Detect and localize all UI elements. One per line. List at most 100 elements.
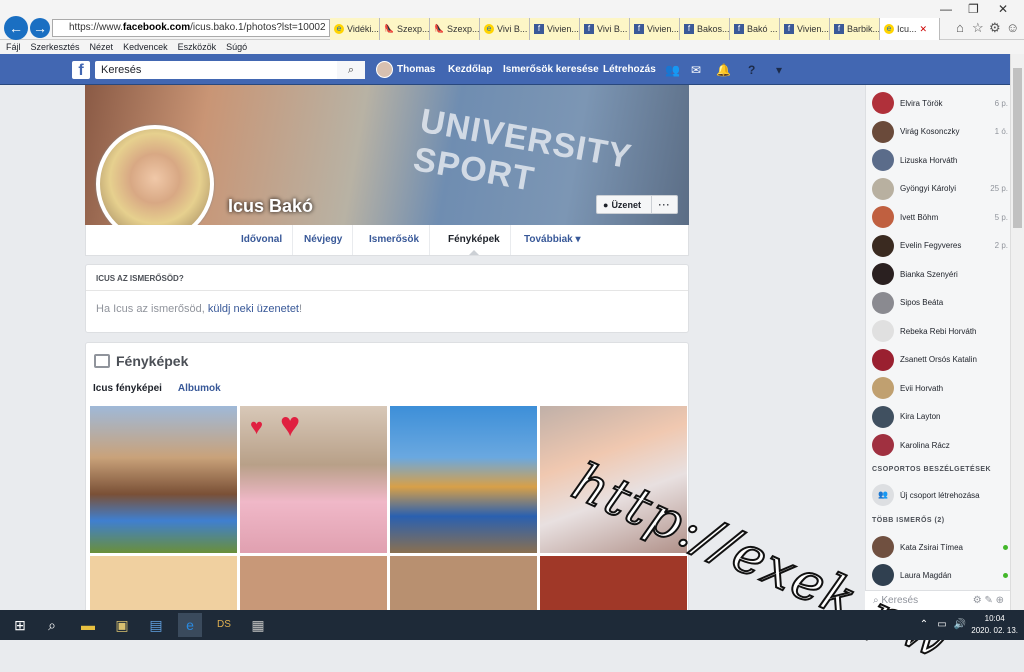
new-group-label: Új csoport létrehozása — [900, 490, 980, 500]
more-options-button[interactable]: ··· — [652, 200, 677, 210]
clock-time: 10:04 — [984, 614, 1005, 623]
profile-name[interactable]: Icus Bakó — [228, 196, 313, 217]
tab-albums[interactable]: Albumok — [178, 383, 221, 394]
account-menu-chevron-icon[interactable]: ▾ — [776, 63, 782, 77]
menu-item[interactable]: Nézet — [90, 40, 114, 54]
windows-start-icon[interactable]: ⊞ — [8, 613, 32, 637]
user-name-link[interactable]: Thomas — [397, 54, 435, 85]
tab-photos[interactable]: Fényképek — [438, 225, 511, 255]
photo-thumbnail[interactable]: ♥ ♥ — [240, 406, 387, 553]
menu-item[interactable]: Eszközök — [178, 40, 217, 54]
shoe-favicon-icon: 👠 — [384, 24, 394, 33]
browser-tab[interactable]: e Vidéki... — [330, 18, 380, 40]
chat-contact[interactable]: Elvira Török 6 p. — [872, 91, 1008, 115]
browser-tab-label: Bakos... — [697, 24, 730, 34]
restore-icon[interactable]: ❐ — [968, 2, 979, 16]
nav-home-link[interactable]: Kezdőlap — [448, 54, 492, 85]
nav-find-friends-link[interactable]: Ismerősök keresése — [503, 54, 599, 85]
browser-tab[interactable]: e Vivi B... — [480, 18, 530, 40]
message-button[interactable]: ● Üzenet ··· — [596, 195, 678, 214]
tab-friends[interactable]: Ismerősök — [359, 225, 431, 255]
app-icon[interactable]: ▤ — [144, 613, 168, 637]
tab-timeline[interactable]: Idővonal — [231, 225, 294, 255]
browser-tab[interactable]: f Vivien... — [530, 18, 580, 40]
facebook-favicon-icon: f — [784, 24, 794, 34]
facebook-favicon-icon: f — [734, 24, 744, 34]
ds-app-icon[interactable]: DS — [212, 613, 236, 637]
send-message-link[interactable]: küldj neki üzenetet — [208, 303, 299, 315]
facebook-logo-icon[interactable]: f — [72, 61, 90, 79]
chat-contact[interactable]: Rebeka Rebi Horváth — [872, 319, 1008, 343]
menu-item[interactable]: Szerkesztés — [31, 40, 80, 54]
user-avatar[interactable] — [376, 61, 393, 78]
browser-tab[interactable]: f Vivien... — [780, 18, 830, 40]
address-bar[interactable]: https://www.facebook.com/icus.bako.1/pho… — [52, 19, 330, 37]
tab-more[interactable]: Továbbiak ▾ — [514, 225, 591, 255]
tab-about[interactable]: Névjegy — [294, 225, 354, 255]
settings-gear-icon[interactable]: ⚙ — [989, 20, 1001, 36]
browser-tab[interactable]: f Bakó ... — [730, 18, 780, 40]
chat-contact[interactable]: Kira Layton — [872, 405, 1008, 429]
search-icon[interactable]: ⌕ — [337, 61, 365, 79]
friend-requests-icon[interactable]: 👥 — [665, 63, 680, 77]
chat-contact[interactable]: Ivett Böhm 5 p. — [872, 205, 1008, 229]
chat-contact[interactable]: Bianka Szenyéri — [872, 262, 1008, 286]
internet-explorer-icon[interactable]: e — [178, 613, 202, 637]
photo-thumbnail[interactable] — [390, 406, 537, 553]
chat-contact[interactable]: Evii Horvath — [872, 376, 1008, 400]
chat-contact[interactable]: Virág Kosonczky 1 ó. — [872, 120, 1008, 144]
new-group-button[interactable]: 👥 Új csoport létrehozása — [872, 483, 1008, 507]
facebook-favicon-icon: f — [684, 24, 694, 34]
forward-button[interactable]: → — [30, 18, 50, 38]
chat-contact[interactable]: Sipos Beáta — [872, 291, 1008, 315]
close-window-icon[interactable]: ✕ — [998, 2, 1008, 16]
menu-item[interactable]: Fájl — [6, 40, 21, 54]
browser-tab[interactable]: e Icu... ✕ — [880, 18, 940, 40]
messenger-icon[interactable]: ✉ — [691, 63, 701, 77]
folder-icon[interactable]: ▣ — [110, 613, 134, 637]
browser-tab[interactable]: 👠 Szexp... — [380, 18, 430, 40]
search-icon[interactable]: ⌕ — [40, 613, 64, 637]
help-icon[interactable]: ? — [748, 63, 755, 77]
contact-name: Lizuska Horváth — [900, 155, 958, 165]
smiley-feedback-icon[interactable]: ☺ — [1006, 20, 1019, 35]
back-button[interactable]: ← — [4, 16, 28, 40]
favorites-star-icon[interactable]: ☆ — [972, 20, 984, 36]
chat-options-icons[interactable]: ⚙ ✎ ⊕ — [973, 591, 1004, 611]
browser-tab[interactable]: f Barbik... — [830, 18, 880, 40]
file-explorer-icon[interactable]: ▬ — [76, 613, 100, 637]
chat-contact[interactable]: Lizuska Horváth — [872, 148, 1008, 172]
archive-icon[interactable]: ▦ — [246, 613, 270, 637]
menu-item[interactable]: Kedvencek — [123, 40, 168, 54]
system-clock[interactable]: 10:04 2020. 02. 13. — [971, 613, 1018, 637]
close-tab-icon[interactable]: ✕ — [920, 18, 928, 40]
facebook-search-input[interactable]: Keresés ⌕ — [95, 61, 365, 79]
minimize-icon[interactable]: — — [940, 2, 952, 16]
chat-contact[interactable]: Kata Zsirai Tímea — [872, 535, 1008, 559]
browser-tab[interactable]: f Vivi B... — [580, 18, 630, 40]
url-rest: /icus.bako.1/photos?lst=10002 — [190, 22, 326, 33]
chat-contact[interactable]: Karolina Rácz — [872, 433, 1008, 457]
page-scrollbar[interactable] — [1010, 54, 1024, 610]
nav-create-link[interactable]: Létrehozás — [603, 54, 656, 85]
photo-thumbnail[interactable] — [90, 406, 237, 553]
url-host: facebook.com — [122, 22, 191, 33]
scrollbar-thumb[interactable] — [1013, 68, 1022, 228]
chat-contact[interactable]: Evelin Fegyveres 2 p. — [872, 234, 1008, 258]
chat-contact[interactable]: Zsanett Orsós Katalin — [872, 348, 1008, 372]
home-icon[interactable]: ⌂ — [956, 20, 964, 35]
avatar — [872, 377, 894, 399]
online-status-dot — [1003, 572, 1008, 578]
notifications-bell-icon[interactable]: 🔔 — [716, 63, 731, 77]
browser-tab[interactable]: 👠 Szexp... — [430, 18, 480, 40]
chat-contact[interactable]: Gyöngyi Károlyi 25 p. — [872, 177, 1008, 201]
contact-name: Evii Horvath — [900, 383, 944, 393]
menu-item[interactable]: Súgó — [226, 40, 247, 54]
browser-tab[interactable]: f Bakos... — [680, 18, 730, 40]
browser-tab[interactable]: f Vivien... — [630, 18, 680, 40]
volume-icon[interactable]: 🔊 — [948, 613, 972, 637]
facebook-favicon-icon: f — [834, 24, 844, 34]
more-friends-header: TÖBB ISMERŐS (2) — [872, 517, 945, 524]
chat-contact[interactable]: Laura Magdán — [872, 563, 1008, 587]
tab-user-photos[interactable]: Icus fényképei — [93, 383, 162, 394]
